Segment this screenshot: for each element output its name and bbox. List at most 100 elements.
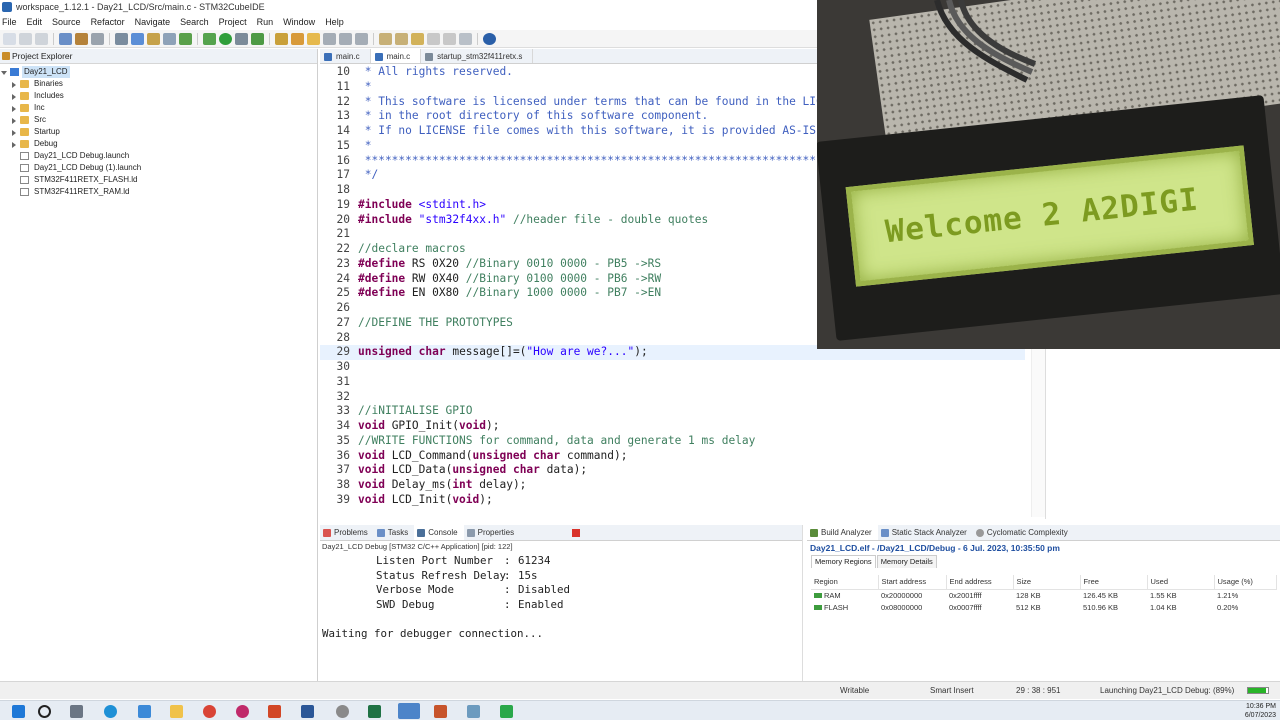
menu-search[interactable]: Search (180, 15, 209, 29)
mark-occurrences-icon[interactable] (307, 32, 320, 45)
save-all-icon[interactable] (35, 32, 48, 45)
tab-console[interactable]: Console (414, 525, 464, 540)
save-icon[interactable] (19, 32, 32, 45)
menu-source[interactable]: Source (52, 15, 81, 29)
pen-icon[interactable] (291, 32, 304, 45)
tab-cyclomatic[interactable]: Cyclomatic Complexity (973, 525, 1074, 540)
expand-arrow-icon[interactable] (12, 142, 16, 148)
last-edit-icon[interactable] (411, 32, 424, 45)
code-line[interactable]: 30 (320, 360, 1025, 375)
app-icon[interactable] (138, 705, 151, 718)
paragraph-icon[interactable] (355, 32, 368, 45)
code-line[interactable]: 35 //WRITE FUNCTIONS for command, data an… (320, 434, 1025, 449)
tree-item-debug[interactable]: Debug (0, 138, 317, 150)
external-tools-icon[interactable] (235, 32, 248, 45)
task-view-icon[interactable] (70, 705, 83, 718)
app-icon[interactable] (467, 705, 480, 718)
build-icon[interactable] (75, 32, 88, 45)
editor-tab-startup[interactable]: startup_stm32f411retx.s (421, 49, 534, 63)
open-folder-icon[interactable] (147, 32, 160, 45)
editor-tab-main-c[interactable]: main.c (320, 49, 371, 63)
tree-item-linker-file[interactable]: STM32F411RETX_FLASH.ld (0, 174, 317, 186)
expand-arrow-icon[interactable] (1, 71, 7, 75)
menu-navigate[interactable]: Navigate (135, 15, 171, 29)
coverage-icon[interactable] (251, 32, 264, 45)
app-icon[interactable] (500, 705, 513, 718)
info-icon[interactable] (483, 32, 496, 45)
code-line[interactable]: 36 void LCD_Command(unsigned char command… (320, 449, 1025, 464)
tree-item-launch-file[interactable]: Day21_LCD Debug.launch (0, 150, 317, 162)
tab-properties[interactable]: Properties (464, 525, 520, 540)
app-icon[interactable] (434, 705, 447, 718)
expand-arrow-icon[interactable] (12, 130, 16, 136)
tab-static-stack[interactable]: Static Stack Analyzer (878, 525, 973, 540)
expand-arrow-icon[interactable] (12, 94, 16, 100)
debug-icon[interactable] (203, 32, 216, 45)
tab-tasks[interactable]: Tasks (374, 525, 414, 540)
expand-arrow-icon[interactable] (12, 118, 16, 124)
code-line[interactable]: 37 void LCD_Data(unsigned char data); (320, 463, 1025, 478)
project-explorer-tab[interactable]: Project Explorer (0, 49, 317, 64)
terminal-icon[interactable] (115, 32, 128, 45)
column-header[interactable]: End address (946, 575, 1014, 590)
expand-arrow-icon[interactable] (12, 106, 16, 112)
code-line[interactable]: 32 (320, 390, 1025, 405)
expand-arrow-icon[interactable] (12, 82, 16, 88)
table-row[interactable]: FLASH 0x08000000 0x0007ffff 512 KB 510.9… (811, 601, 1277, 613)
stm32cubeide-icon[interactable] (398, 703, 420, 719)
tree-item-linker-file[interactable]: STM32F411RETX_RAM.ld (0, 186, 317, 198)
tree-item-launch-file[interactable]: Day21_LCD Debug (1).launch (0, 162, 317, 174)
pin-editor-icon[interactable] (459, 32, 472, 45)
search-icon[interactable] (38, 705, 51, 718)
file-explorer-icon[interactable] (170, 705, 183, 718)
code-line[interactable]: 34 void GPIO_Init(void); (320, 419, 1025, 434)
code-line[interactable]: 31 (320, 375, 1025, 390)
forward-icon[interactable] (443, 32, 456, 45)
menu-file[interactable]: File (2, 15, 17, 29)
open-type-icon[interactable] (275, 32, 288, 45)
tree-item-startup[interactable]: Startup (0, 126, 317, 138)
prev-annotation-icon[interactable] (395, 32, 408, 45)
powerpoint-icon[interactable] (268, 705, 281, 718)
terminate-icon[interactable] (572, 529, 580, 537)
column-header[interactable]: Used (1147, 575, 1215, 590)
chrome-icon[interactable] (203, 705, 216, 718)
menu-project[interactable]: Project (219, 15, 247, 29)
menu-window[interactable]: Window (283, 15, 315, 29)
chrome-profile-icon[interactable] (236, 705, 249, 718)
tab-memory-regions[interactable]: Memory Regions (811, 555, 876, 568)
search-icon[interactable] (163, 32, 176, 45)
block-selection-icon[interactable] (339, 32, 352, 45)
tree-item-includes[interactable]: Includes (0, 90, 317, 102)
column-header[interactable]: Free (1080, 575, 1148, 590)
app-icon[interactable] (336, 705, 349, 718)
excel-icon[interactable] (368, 705, 381, 718)
menu-run[interactable]: Run (257, 15, 274, 29)
run-icon[interactable] (219, 32, 232, 45)
launch-progress-bar[interactable] (1247, 687, 1269, 694)
code-line[interactable]: 39 void LCD_Init(void); (320, 493, 1025, 508)
column-header[interactable]: Size (1013, 575, 1081, 590)
tab-memory-details[interactable]: Memory Details (876, 555, 937, 568)
tree-item-binaries[interactable]: Binaries (0, 78, 317, 90)
table-row[interactable]: RAM 0x20000000 0x2001ffff 128 KB 126.45 … (811, 589, 1277, 601)
taskbar-clock[interactable]: 10:36 PM 6/07/2023 (1245, 702, 1276, 720)
column-header[interactable]: Start address (878, 575, 947, 590)
new-project-icon[interactable] (131, 32, 144, 45)
back-icon[interactable] (427, 32, 440, 45)
build-all-icon[interactable] (91, 32, 104, 45)
word-icon[interactable] (301, 705, 314, 718)
code-line[interactable]: 38 void Delay_ms(int delay); (320, 478, 1025, 493)
show-whitespace-icon[interactable] (323, 32, 336, 45)
tree-item-src[interactable]: Src (0, 114, 317, 126)
edge-icon[interactable] (104, 705, 117, 718)
device-config-icon[interactable] (59, 32, 72, 45)
new-icon[interactable] (3, 32, 16, 45)
next-annotation-icon[interactable] (379, 32, 392, 45)
menu-help[interactable]: Help (325, 15, 344, 29)
tree-item-inc[interactable]: Inc (0, 102, 317, 114)
menu-refactor[interactable]: Refactor (91, 15, 125, 29)
column-header[interactable]: Usage (%) (1214, 575, 1277, 590)
windows-start-icon[interactable] (12, 705, 25, 718)
code-line[interactable]: 33 //iNITIALISE GPIO (320, 404, 1025, 419)
